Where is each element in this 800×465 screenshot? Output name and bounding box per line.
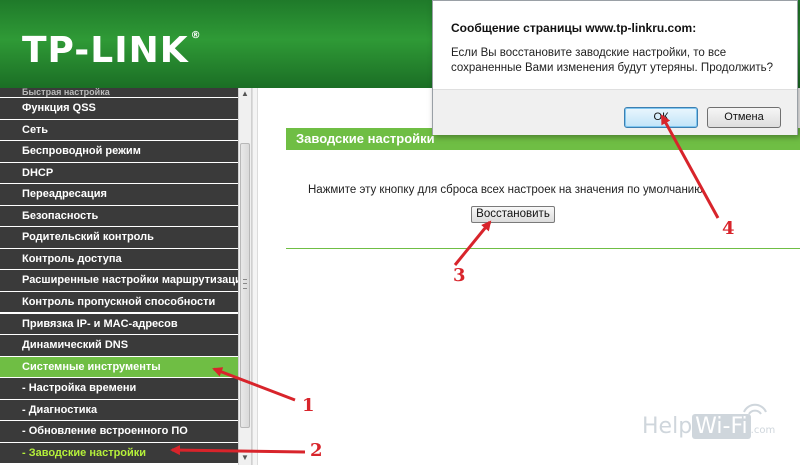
restore-button[interactable]: Восстановить [471,206,555,223]
sidebar-item-parental-control[interactable]: Родительский контроль [0,227,238,248]
sidebar-subitem-diagnostics[interactable]: - Диагностика [0,399,238,421]
grip-icon [243,279,247,289]
sidebar-subitem-factory-defaults[interactable]: - Заводские настройки [0,442,238,464]
sidebar-item-access-control[interactable]: Контроль доступа [0,248,238,270]
sidebar-item-forwarding[interactable]: Переадресация [0,184,238,205]
scroll-up-arrow-icon[interactable]: ▲ [241,90,249,98]
wifi-signal-icon [743,403,767,415]
cancel-button[interactable]: Отмена [707,107,781,128]
scrollbar-thumb[interactable] [240,143,250,428]
main-content: Заводские настройки Нажмите эту кнопку д… [258,88,800,465]
annotation-number-1: 1 [302,395,315,416]
sidebar-item-ip-mac-binding[interactable]: Привязка IP- и MAC-адресов [0,313,238,335]
sidebar-item-advanced-routing[interactable]: Расширенные настройки маршрутизации [0,270,238,291]
sidebar-menu: Быстрая настройка Функция QSS Сеть Беспр… [0,88,238,465]
dialog-title: Сообщение страницы www.tp-linkru.com: [451,21,697,35]
sidebar-item-quick-setup[interactable]: Быстрая настройка [0,88,238,97]
sidebar-item-dynamic-dns[interactable]: Динамический DNS [0,335,238,356]
section-divider [286,248,800,249]
sidebar-item-wireless[interactable]: Беспроводной режим [0,141,238,162]
confirm-dialog: Сообщение страницы www.tp-linkru.com: Ес… [432,0,798,135]
scroll-down-arrow-icon[interactable]: ▼ [241,454,249,462]
annotation-number-2: 2 [310,440,323,461]
dialog-footer: ОК Отмена [433,89,797,135]
sidebar-item-network[interactable]: Сеть [0,119,238,141]
tp-link-logo: TP-LINK ® [22,30,202,71]
sidebar-scrollbar[interactable]: ▲ ▼ [238,88,252,465]
annotation-number-4: 4 [722,218,735,239]
annotation-number-3: 3 [453,265,466,286]
dialog-message: Если Вы восстановите заводские настройки… [451,47,774,74]
sidebar-subitem-firmware-upgrade[interactable]: - Обновление встроенного ПО [0,421,238,442]
reset-instruction-text: Нажмите эту кнопку для сброса всех настр… [308,184,707,196]
sidebar-item-security[interactable]: Безопасность [0,205,238,227]
sidebar-item-system-tools[interactable]: Системные инструменты [0,356,238,378]
ok-button[interactable]: ОК [624,107,698,128]
sidebar-item-dhcp[interactable]: DHCP [0,162,238,184]
sidebar-item-bandwidth-control[interactable]: Контроль пропускной способности [0,291,238,313]
sidebar-item-qss[interactable]: Функция QSS [0,98,238,119]
sidebar-subitem-time-settings[interactable]: - Настройка времени [0,378,238,399]
